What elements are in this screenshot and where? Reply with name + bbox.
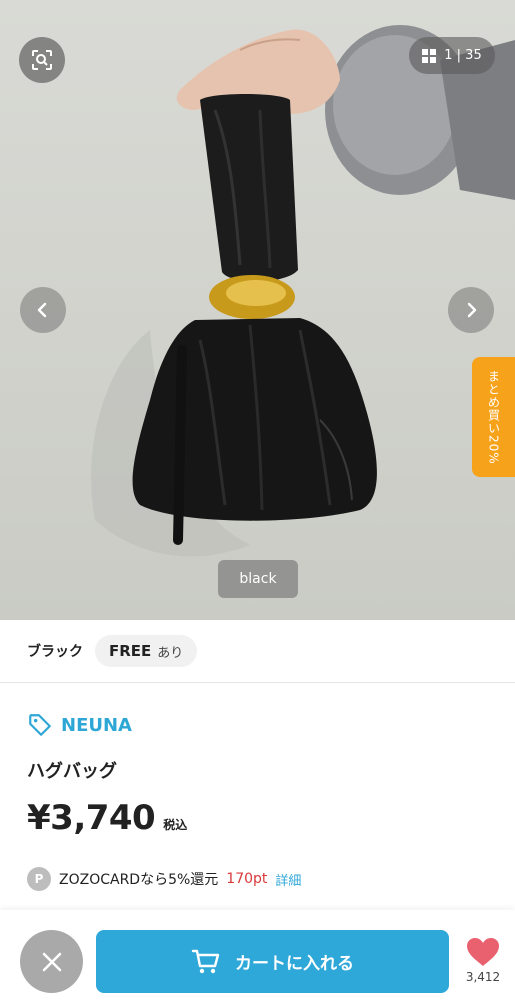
close-icon	[42, 952, 61, 971]
tag-icon	[29, 714, 51, 736]
favorite-count: 3,412	[465, 970, 501, 984]
product-image-carousel[interactable]: 1 | 35 まとめ買い20% black	[0, 0, 515, 620]
card-points: P ZOZOCARDなら5%還元 170pt 詳細	[27, 867, 301, 891]
image-counter[interactable]: 1 | 35	[409, 37, 495, 74]
lens-search-icon	[32, 50, 52, 70]
grid-icon	[422, 48, 437, 63]
product-photo	[91, 25, 515, 557]
bulk-discount-tab[interactable]: まとめ買い20%	[472, 357, 515, 477]
brand-link[interactable]: NEUNA	[27, 712, 132, 738]
image-search-button[interactable]	[19, 37, 65, 83]
points-amount: 170pt	[226, 871, 268, 887]
variant-row: ブラック FREE あり	[0, 620, 515, 683]
bottom-action-bar: カートに入れる 3,412	[0, 910, 515, 1000]
favorite-button[interactable]: 3,412	[460, 936, 506, 984]
points-badge-icon: P	[27, 867, 51, 891]
prev-image-button[interactable]	[20, 287, 66, 333]
color-label: ブラック	[27, 644, 83, 660]
next-image-button[interactable]	[448, 287, 494, 333]
size-option[interactable]: FREE あり	[95, 635, 198, 667]
product-title: ハグバッグ	[27, 761, 117, 782]
brand-name: NEUNA	[61, 714, 132, 736]
image-color-label: black	[218, 560, 298, 598]
add-to-cart-button[interactable]: カートに入れる	[96, 930, 449, 993]
image-counter-text: 1 | 35	[444, 48, 482, 63]
close-button[interactable]	[20, 930, 83, 993]
stock-status: あり	[157, 645, 184, 661]
add-to-cart-label: カートに入れる	[235, 954, 354, 974]
cart-icon	[191, 949, 220, 973]
heart-icon	[467, 938, 499, 966]
tax-label: 税込	[163, 818, 188, 832]
price-amount: ¥3,740	[27, 798, 156, 838]
points-text: ZOZOCARDなら5%還元	[59, 872, 219, 888]
chevron-left-icon	[37, 302, 47, 318]
chevron-right-icon	[467, 302, 477, 318]
price: ¥3,740 税込	[27, 798, 187, 838]
size-label: FREE	[109, 642, 152, 660]
points-detail-link[interactable]: 詳細	[275, 870, 301, 889]
